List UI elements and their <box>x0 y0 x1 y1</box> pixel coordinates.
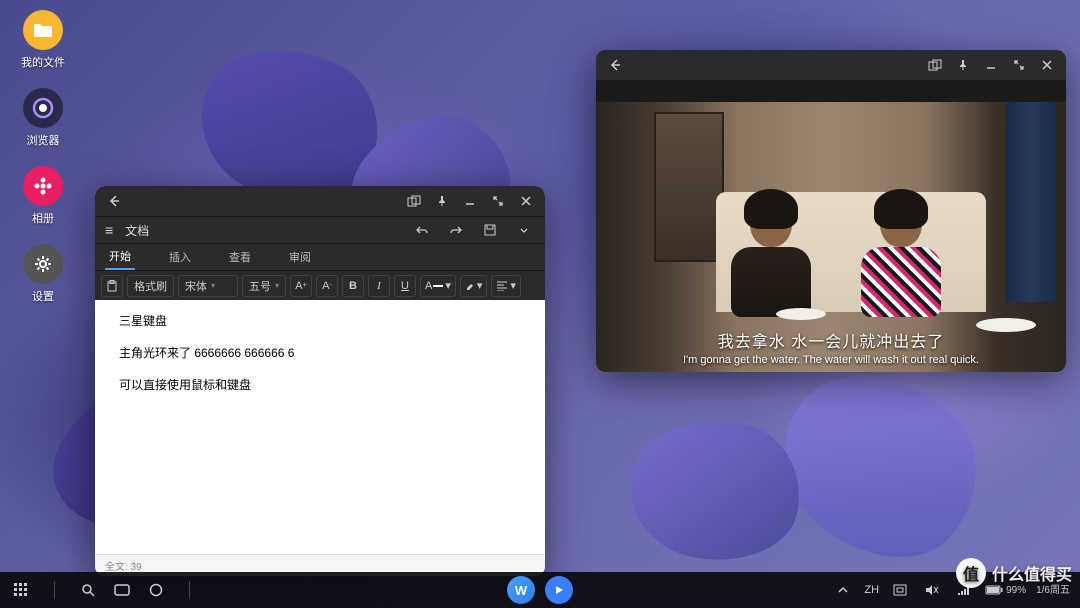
editor-tabs: 开始 插入 查看 审阅 <box>95 244 545 270</box>
font-color-button[interactable]: A▾ <box>420 275 456 297</box>
desktop-icon-browser[interactable]: 浏览器 <box>15 88 71 148</box>
underline-button[interactable]: U <box>394 275 416 297</box>
apps-grid-icon[interactable] <box>10 579 32 601</box>
undo-icon[interactable] <box>411 219 433 241</box>
search-icon[interactable] <box>77 579 99 601</box>
minimize-icon[interactable] <box>980 54 1002 76</box>
gallery-icon <box>23 166 63 206</box>
screenshot-icon[interactable] <box>889 579 911 601</box>
video-top-bar <box>596 80 1066 102</box>
browser-icon <box>23 88 63 128</box>
video-titlebar[interactable] <box>596 50 1066 80</box>
pin-icon[interactable] <box>431 190 453 212</box>
ime-indicator[interactable]: ZH <box>864 584 879 596</box>
desktop-icon-settings[interactable]: 设置 <box>15 244 71 304</box>
subtitle-cn: 我去拿水 水一会儿就冲出去了 <box>596 328 1066 352</box>
home-icon[interactable] <box>145 579 167 601</box>
minimize-icon[interactable] <box>459 190 481 212</box>
text-line: 主角光环来了 6666666 666666 6 <box>119 344 521 362</box>
subtitle-en: I'm gonna get the water. The water will … <box>596 354 1066 366</box>
tab-review[interactable]: 审阅 <box>285 245 315 269</box>
clipboard-icon[interactable] <box>101 275 123 297</box>
gear-icon <box>23 244 63 284</box>
close-icon[interactable] <box>1036 54 1058 76</box>
highlight-button[interactable]: ▾ <box>460 275 488 297</box>
text-line: 可以直接使用鼠标和键盘 <box>119 376 521 394</box>
format-brush-button[interactable]: 格式刷 <box>127 275 174 297</box>
font-size-select[interactable]: 五号▾ <box>242 275 286 297</box>
text-line: 三星键盘 <box>119 312 521 330</box>
folder-icon <box>23 10 63 50</box>
recents-icon[interactable] <box>111 579 133 601</box>
maximize-icon[interactable] <box>1008 54 1030 76</box>
video-subtitle: 我去拿水 水一会儿就冲出去了 I'm gonna get the water. … <box>596 328 1066 366</box>
video-window: 我去拿水 水一会儿就冲出去了 I'm gonna get the water. … <box>596 50 1066 372</box>
align-button[interactable]: ▾ <box>491 275 521 297</box>
desktop-icon-label: 相册 <box>32 210 54 226</box>
document-title: 文档 <box>125 222 149 239</box>
editor-page[interactable]: 三星键盘 主角光环来了 6666666 666666 6 可以直接使用鼠标和键盘 <box>95 300 545 554</box>
desktop-icon-gallery[interactable]: 相册 <box>15 166 71 226</box>
editor-titlebar[interactable] <box>95 186 545 216</box>
volume-mute-icon[interactable] <box>921 579 943 601</box>
desktop-icon-files[interactable]: 我的文件 <box>15 10 71 70</box>
pin-icon[interactable] <box>952 54 974 76</box>
tab-insert[interactable]: 插入 <box>165 245 195 269</box>
redo-icon[interactable] <box>445 219 467 241</box>
desktop-icon-label: 浏览器 <box>27 132 60 148</box>
back-icon[interactable] <box>604 54 626 76</box>
menu-icon[interactable]: ≡ <box>105 222 113 238</box>
close-icon[interactable] <box>515 190 537 212</box>
maximize-icon[interactable] <box>487 190 509 212</box>
expand-icon[interactable] <box>513 219 535 241</box>
watermark-badge-icon: 值 <box>956 558 986 588</box>
word-count: 全文: 39 <box>105 558 142 573</box>
font-family-select[interactable]: 宋体▾ <box>178 275 238 297</box>
decrease-font-button[interactable]: A- <box>316 275 338 297</box>
editor-second-bar: ≡ 文档 <box>95 216 545 244</box>
multiwindow-icon[interactable] <box>403 190 425 212</box>
save-icon[interactable] <box>479 219 501 241</box>
increase-font-button[interactable]: A+ <box>290 275 312 297</box>
desktop-icon-label: 我的文件 <box>21 54 65 70</box>
bold-button[interactable]: B <box>342 275 364 297</box>
editor-format-bar: 格式刷 宋体▾ 五号▾ A+ A- B I U A▾ ▾ ▾ <box>95 270 545 300</box>
chevron-up-icon[interactable] <box>832 579 854 601</box>
desktop-icons: 我的文件 浏览器 相册 设置 <box>15 10 71 304</box>
tab-start[interactable]: 开始 <box>105 244 135 270</box>
watermark-text: 什么值得买 <box>992 561 1072 585</box>
taskbar: W ZH 99% 1/6周五 <box>0 572 1080 608</box>
desktop-icon-label: 设置 <box>32 288 54 304</box>
taskbar-app-wps[interactable]: W <box>507 576 535 604</box>
taskbar-app-video[interactable] <box>545 576 573 604</box>
video-content[interactable]: 我去拿水 水一会儿就冲出去了 I'm gonna get the water. … <box>596 102 1066 372</box>
editor-window: ≡ 文档 开始 插入 查看 审阅 格式刷 宋体▾ 五号▾ A+ A- B I U… <box>95 186 545 576</box>
italic-button[interactable]: I <box>368 275 390 297</box>
back-icon[interactable] <box>103 190 125 212</box>
multiwindow-icon[interactable] <box>924 54 946 76</box>
tab-view[interactable]: 查看 <box>225 245 255 269</box>
watermark: 值 什么值得买 <box>956 558 1072 588</box>
